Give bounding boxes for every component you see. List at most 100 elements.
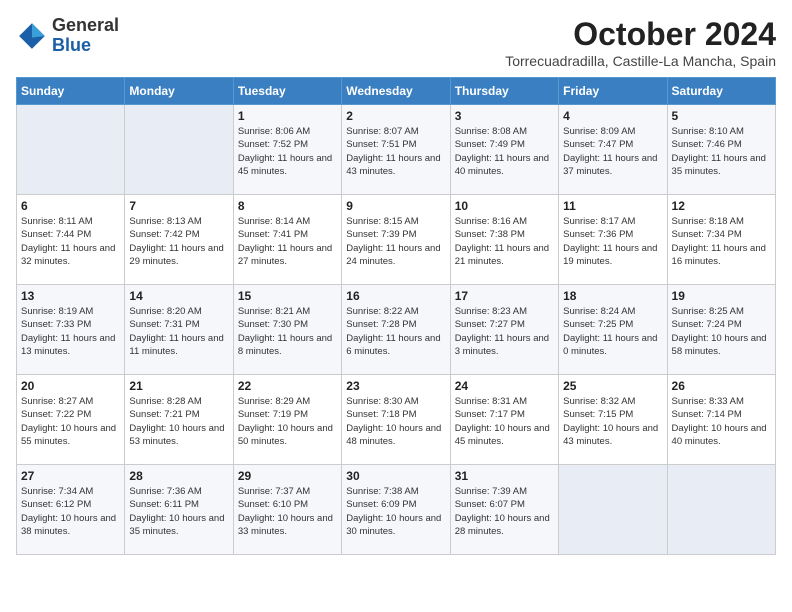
day-number: 17 (455, 289, 554, 303)
day-number: 16 (346, 289, 445, 303)
calendar-cell (559, 465, 667, 555)
calendar-cell: 10 Sunrise: 8:16 AMSunset: 7:38 PMDayligh… (450, 195, 558, 285)
calendar-cell: 26 Sunrise: 8:33 AMSunset: 7:14 PMDayligh… (667, 375, 775, 465)
calendar-cell: 20Sunrise: 8:27 AMSunset: 7:22 PMDayligh… (17, 375, 125, 465)
day-info: Sunrise: 8:21 AMSunset: 7:30 PMDaylight:… (238, 305, 337, 358)
logo: General Blue (16, 16, 119, 56)
calendar-cell: 7 Sunrise: 8:13 AMSunset: 7:42 PMDaylight… (125, 195, 233, 285)
page-header: General Blue October 2024 Torrecuadradil… (16, 16, 776, 69)
day-number: 29 (238, 469, 337, 483)
day-info: Sunrise: 8:20 AMSunset: 7:31 PMDaylight:… (129, 305, 228, 358)
day-info: Sunrise: 8:07 AMSunset: 7:51 PMDaylight:… (346, 125, 445, 178)
day-number: 8 (238, 199, 337, 213)
day-number: 25 (563, 379, 662, 393)
calendar-cell: 5 Sunrise: 8:10 AMSunset: 7:46 PMDaylight… (667, 105, 775, 195)
day-number: 13 (21, 289, 120, 303)
calendar-week-row: 27Sunrise: 7:34 AMSunset: 6:12 PMDayligh… (17, 465, 776, 555)
weekday-header-thursday: Thursday (450, 78, 558, 105)
calendar-week-row: 13 Sunrise: 8:19 AMSunset: 7:33 PMDayligh… (17, 285, 776, 375)
calendar-cell: 25 Sunrise: 8:32 AMSunset: 7:15 PMDayligh… (559, 375, 667, 465)
weekday-header-wednesday: Wednesday (342, 78, 450, 105)
day-info: Sunrise: 8:15 AMSunset: 7:39 PMDaylight:… (346, 215, 445, 268)
calendar-cell (17, 105, 125, 195)
day-number: 9 (346, 199, 445, 213)
day-number: 12 (672, 199, 771, 213)
calendar-cell: 18 Sunrise: 8:24 AMSunset: 7:25 PMDayligh… (559, 285, 667, 375)
calendar-cell: 6 Sunrise: 8:11 AMSunset: 7:44 PMDaylight… (17, 195, 125, 285)
day-info: Sunrise: 7:34 AMSunset: 6:12 PMDaylight:… (21, 485, 120, 538)
calendar-cell: 27Sunrise: 7:34 AMSunset: 6:12 PMDayligh… (17, 465, 125, 555)
calendar-cell: 23Sunrise: 8:30 AMSunset: 7:18 PMDayligh… (342, 375, 450, 465)
calendar-cell: 9 Sunrise: 8:15 AMSunset: 7:39 PMDaylight… (342, 195, 450, 285)
calendar-cell: 31 Sunrise: 7:39 AMSunset: 6:07 PMDayligh… (450, 465, 558, 555)
day-number: 28 (129, 469, 228, 483)
day-info: Sunrise: 8:23 AMSunset: 7:27 PMDaylight:… (455, 305, 554, 358)
day-info: Sunrise: 8:29 AMSunset: 7:19 PMDaylight:… (238, 395, 337, 448)
calendar-cell: 21Sunrise: 8:28 AMSunset: 7:21 PMDayligh… (125, 375, 233, 465)
calendar-cell: 13 Sunrise: 8:19 AMSunset: 7:33 PMDayligh… (17, 285, 125, 375)
weekday-header-tuesday: Tuesday (233, 78, 341, 105)
day-info: Sunrise: 8:18 AMSunset: 7:34 PMDaylight:… (672, 215, 771, 268)
calendar-cell: 28 Sunrise: 7:36 AMSunset: 6:11 PMDayligh… (125, 465, 233, 555)
day-number: 31 (455, 469, 554, 483)
calendar-cell: 2 Sunrise: 8:07 AMSunset: 7:51 PMDaylight… (342, 105, 450, 195)
day-info: Sunrise: 7:36 AMSunset: 6:11 PMDaylight:… (129, 485, 228, 538)
calendar-cell: 4 Sunrise: 8:09 AMSunset: 7:47 PMDaylight… (559, 105, 667, 195)
day-info: Sunrise: 8:13 AMSunset: 7:42 PMDaylight:… (129, 215, 228, 268)
day-info: Sunrise: 8:06 AMSunset: 7:52 PMDaylight:… (238, 125, 337, 178)
day-number: 18 (563, 289, 662, 303)
day-number: 20 (21, 379, 120, 393)
calendar-cell: 12 Sunrise: 8:18 AMSunset: 7:34 PMDayligh… (667, 195, 775, 285)
calendar-week-row: 6 Sunrise: 8:11 AMSunset: 7:44 PMDaylight… (17, 195, 776, 285)
calendar-cell: 11 Sunrise: 8:17 AMSunset: 7:36 PMDayligh… (559, 195, 667, 285)
day-number: 1 (238, 109, 337, 123)
calendar-table: SundayMondayTuesdayWednesdayThursdayFrid… (16, 77, 776, 555)
day-info: Sunrise: 8:16 AMSunset: 7:38 PMDaylight:… (455, 215, 554, 268)
title-block: October 2024 Torrecuadradilla, Castille-… (505, 16, 776, 69)
calendar-cell (125, 105, 233, 195)
day-info: Sunrise: 8:19 AMSunset: 7:33 PMDaylight:… (21, 305, 120, 358)
day-info: Sunrise: 8:24 AMSunset: 7:25 PMDaylight:… (563, 305, 662, 358)
day-info: Sunrise: 8:11 AMSunset: 7:44 PMDaylight:… (21, 215, 120, 268)
calendar-cell: 3Sunrise: 8:08 AMSunset: 7:49 PMDaylight… (450, 105, 558, 195)
day-number: 14 (129, 289, 228, 303)
calendar-week-row: 20Sunrise: 8:27 AMSunset: 7:22 PMDayligh… (17, 375, 776, 465)
weekday-header-sunday: Sunday (17, 78, 125, 105)
logo-blue: Blue (52, 36, 119, 56)
location: Torrecuadradilla, Castille-La Mancha, Sp… (505, 53, 776, 69)
day-info: Sunrise: 8:10 AMSunset: 7:46 PMDaylight:… (672, 125, 771, 178)
day-number: 7 (129, 199, 228, 213)
day-info: Sunrise: 8:32 AMSunset: 7:15 PMDaylight:… (563, 395, 662, 448)
calendar-cell: 19Sunrise: 8:25 AMSunset: 7:24 PMDayligh… (667, 285, 775, 375)
day-number: 21 (129, 379, 228, 393)
day-info: Sunrise: 8:17 AMSunset: 7:36 PMDaylight:… (563, 215, 662, 268)
day-number: 22 (238, 379, 337, 393)
calendar-week-row: 1 Sunrise: 8:06 AMSunset: 7:52 PMDaylight… (17, 105, 776, 195)
day-info: Sunrise: 8:22 AMSunset: 7:28 PMDaylight:… (346, 305, 445, 358)
day-number: 10 (455, 199, 554, 213)
day-info: Sunrise: 8:09 AMSunset: 7:47 PMDaylight:… (563, 125, 662, 178)
day-number: 2 (346, 109, 445, 123)
day-number: 6 (21, 199, 120, 213)
calendar-cell: 8Sunrise: 8:14 AMSunset: 7:41 PMDaylight… (233, 195, 341, 285)
logo-general: General (52, 16, 119, 36)
calendar-cell (667, 465, 775, 555)
calendar-cell: 16 Sunrise: 8:22 AMSunset: 7:28 PMDayligh… (342, 285, 450, 375)
day-number: 5 (672, 109, 771, 123)
day-number: 11 (563, 199, 662, 213)
calendar-cell: 1 Sunrise: 8:06 AMSunset: 7:52 PMDaylight… (233, 105, 341, 195)
month-title: October 2024 (505, 16, 776, 53)
calendar-cell: 24 Sunrise: 8:31 AMSunset: 7:17 PMDayligh… (450, 375, 558, 465)
day-number: 19 (672, 289, 771, 303)
day-info: Sunrise: 8:31 AMSunset: 7:17 PMDaylight:… (455, 395, 554, 448)
day-number: 3 (455, 109, 554, 123)
day-number: 4 (563, 109, 662, 123)
calendar-cell: 14 Sunrise: 8:20 AMSunset: 7:31 PMDayligh… (125, 285, 233, 375)
calendar-cell: 15 Sunrise: 8:21 AMSunset: 7:30 PMDayligh… (233, 285, 341, 375)
day-number: 26 (672, 379, 771, 393)
day-number: 15 (238, 289, 337, 303)
day-number: 24 (455, 379, 554, 393)
day-info: Sunrise: 7:39 AMSunset: 6:07 PMDaylight:… (455, 485, 554, 538)
day-info: Sunrise: 7:38 AMSunset: 6:09 PMDaylight:… (346, 485, 445, 538)
day-info: Sunrise: 8:33 AMSunset: 7:14 PMDaylight:… (672, 395, 771, 448)
